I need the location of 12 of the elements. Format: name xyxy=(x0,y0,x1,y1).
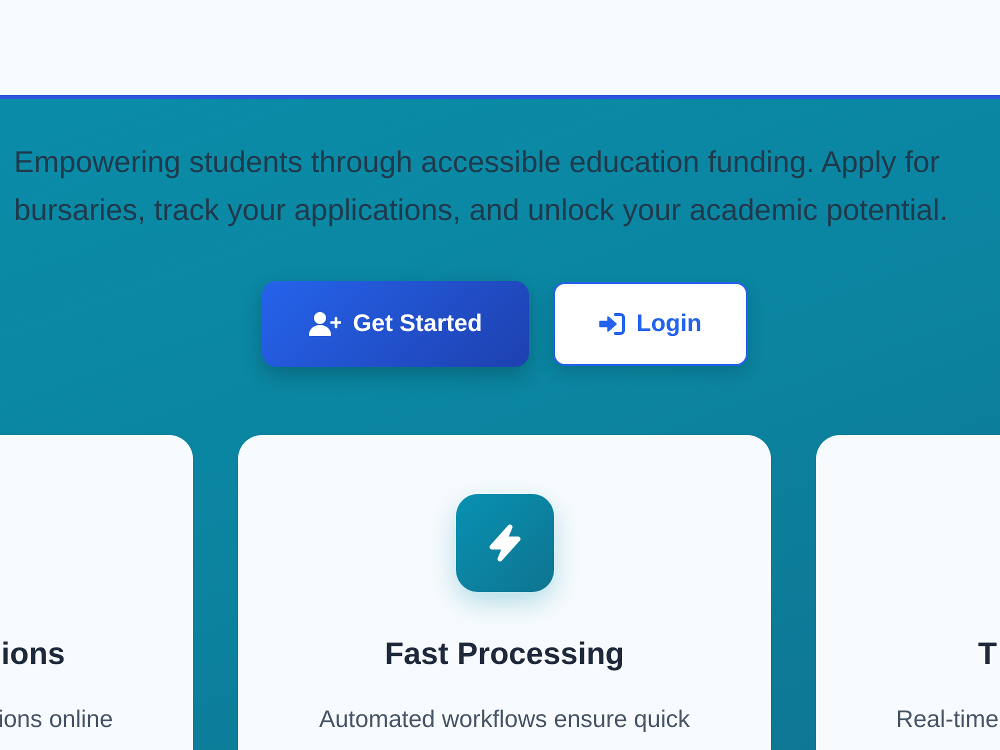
sign-in-arrow-icon xyxy=(599,313,626,335)
login-button[interactable]: Login xyxy=(553,282,748,366)
feature-title: ions xyxy=(1,636,65,672)
feature-title: Fast Processing xyxy=(384,636,624,672)
user-plus-icon xyxy=(308,312,341,336)
tagline-text: Empowering students through accessible education funding. Apply for bursaries, track your applications, and unlock your academic potential. xyxy=(14,146,948,227)
get-started-button[interactable]: Get Started xyxy=(262,281,529,367)
lightning-icon xyxy=(456,494,554,592)
feature-description: Real-time xyxy=(896,705,999,735)
feature-description: Automated workflows ensure quick xyxy=(319,705,690,735)
feature-title: T xyxy=(978,636,997,672)
feature-description: ions online xyxy=(0,705,113,735)
